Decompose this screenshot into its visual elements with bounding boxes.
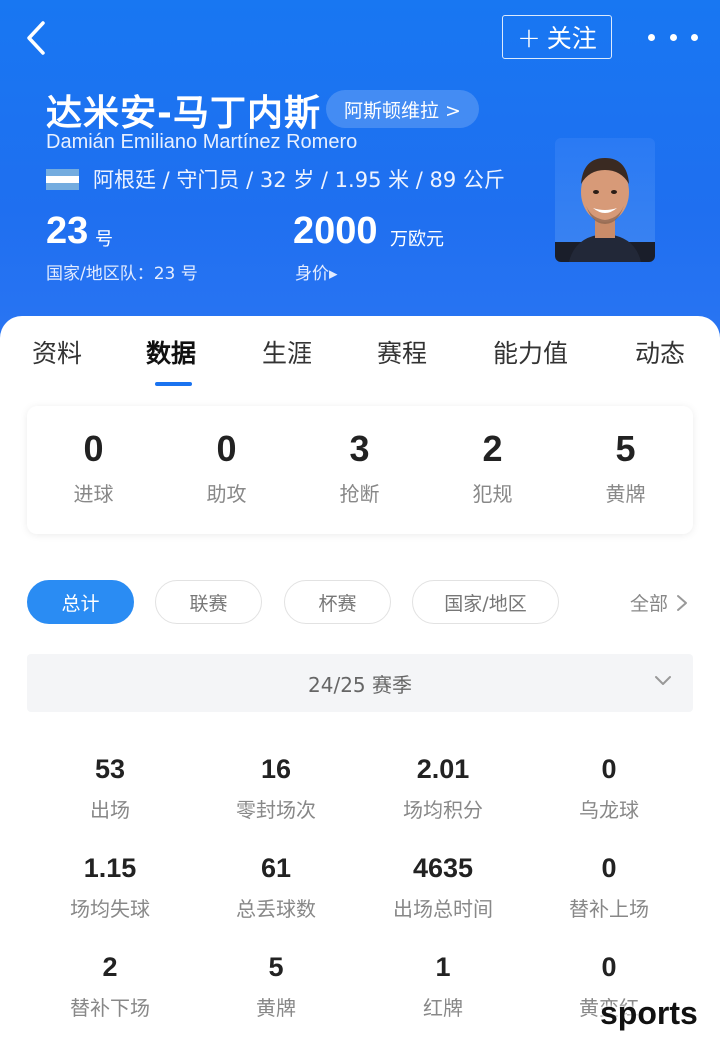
stat-value: 61 bbox=[260, 853, 292, 883]
filter-cup[interactable]: 杯赛 bbox=[284, 580, 391, 624]
stat-value: 0 bbox=[601, 853, 617, 883]
filter-all-link[interactable]: 全部 bbox=[630, 589, 690, 616]
summary-label: 抢断 bbox=[339, 482, 380, 506]
stat-value: 4635 bbox=[412, 853, 474, 883]
tab-career[interactable]: 生涯 bbox=[262, 334, 312, 370]
stat-label: 场均失球 bbox=[70, 897, 150, 921]
summary-item: 3 抢断 bbox=[293, 428, 426, 507]
stat-label: 乌龙球 bbox=[579, 798, 639, 822]
stat-label: 黄牌 bbox=[256, 996, 296, 1020]
stat-value: 53 bbox=[94, 754, 126, 784]
chevron-right-icon bbox=[677, 594, 688, 611]
stat-value: 16 bbox=[260, 754, 292, 784]
argentina-flag-icon bbox=[46, 168, 79, 190]
club-link[interactable]: 阿斯顿维拉 > bbox=[326, 90, 479, 128]
summary-value: 3 bbox=[349, 428, 370, 469]
player-photo-icon bbox=[555, 158, 655, 262]
player-name-cn: 达米安-马丁内斯 bbox=[46, 93, 321, 134]
market-value-link[interactable]: 身价▸ bbox=[295, 259, 338, 284]
market-value: 2000 bbox=[293, 210, 378, 252]
stat-label: 红牌 bbox=[423, 996, 463, 1020]
shirt-number-unit: 号 bbox=[95, 229, 113, 250]
chevron-left-icon bbox=[27, 21, 45, 55]
summary-item: 5 黄牌 bbox=[559, 428, 692, 507]
stat-item: 1.15 场均失球 bbox=[27, 851, 193, 922]
stat-label: 替补上场 bbox=[569, 897, 649, 921]
back-button[interactable] bbox=[14, 14, 58, 62]
stat-item: 1 红牌 bbox=[360, 950, 526, 1021]
market-value-unit: 万欧元 bbox=[390, 229, 444, 250]
stat-value: 2 bbox=[102, 952, 118, 982]
stat-label: 场均积分 bbox=[403, 798, 483, 822]
stat-value: 5 bbox=[268, 952, 284, 982]
player-name-en: Damián Emiliano Martínez Romero bbox=[46, 131, 358, 153]
more-dot bbox=[691, 33, 698, 41]
summary-card: 0 进球 0 助攻 3 抢断 2 犯规 5 黄牌 bbox=[27, 406, 693, 534]
follow-button[interactable]: + 关注 bbox=[502, 15, 612, 59]
stat-item: 0 替补上场 bbox=[526, 851, 692, 922]
summary-value: 0 bbox=[83, 428, 104, 469]
tab-bar: 资料 数据 生涯 赛程 能力值 动态 bbox=[0, 316, 720, 386]
stat-value: 2.01 bbox=[416, 754, 470, 784]
stat-value: 1 bbox=[435, 952, 451, 982]
stat-label: 替补下场 bbox=[70, 996, 150, 1020]
follow-label: 关注 bbox=[546, 24, 597, 53]
stat-item: 53 出场 bbox=[27, 752, 193, 823]
summary-value: 2 bbox=[482, 428, 503, 469]
stat-item: 2.01 场均积分 bbox=[360, 752, 526, 823]
filter-bar: 总计 联赛 杯赛 国家/地区 全部 bbox=[0, 580, 720, 626]
chevron-down-icon bbox=[655, 676, 671, 685]
summary-item: 0 助攻 bbox=[160, 428, 293, 507]
more-dot bbox=[648, 33, 655, 41]
stat-label: 总丢球数 bbox=[236, 897, 316, 921]
summary-item: 0 进球 bbox=[27, 428, 160, 507]
summary-value: 0 bbox=[216, 428, 237, 469]
stat-item: 61 总丢球数 bbox=[193, 851, 359, 922]
plus-icon: + bbox=[517, 20, 541, 54]
active-tab-indicator bbox=[155, 382, 192, 386]
summary-label: 助攻 bbox=[206, 482, 247, 506]
filter-total[interactable]: 总计 bbox=[27, 580, 134, 624]
stat-label: 出场总时间 bbox=[393, 897, 493, 921]
stat-item: 16 零封场次 bbox=[193, 752, 359, 823]
stat-value: 0 bbox=[601, 754, 617, 784]
summary-label: 犯规 bbox=[472, 482, 513, 506]
filter-league[interactable]: 联赛 bbox=[155, 580, 262, 624]
tab-ability[interactable]: 能力值 bbox=[493, 334, 568, 370]
tab-profile[interactable]: 资料 bbox=[32, 334, 82, 370]
summary-label: 进球 bbox=[73, 482, 114, 506]
tab-schedule[interactable]: 赛程 bbox=[377, 334, 427, 370]
tab-data[interactable]: 数据 bbox=[146, 334, 196, 370]
content-sheet: 资料 数据 生涯 赛程 能力值 动态 0 进球 0 助攻 3 抢断 2 犯规 5… bbox=[0, 316, 720, 1048]
stat-item: 4635 出场总时间 bbox=[360, 851, 526, 922]
shirt-number: 23 bbox=[46, 210, 89, 252]
stat-item: 0 乌龙球 bbox=[526, 752, 692, 823]
season-selector[interactable]: 24/25 赛季 bbox=[27, 654, 693, 712]
more-button[interactable] bbox=[648, 20, 698, 54]
player-avatar bbox=[555, 138, 655, 262]
season-label: 24/25 赛季 bbox=[308, 672, 412, 697]
more-dot bbox=[669, 33, 677, 41]
stat-value: 0 bbox=[601, 952, 617, 982]
stat-label: 出场 bbox=[90, 798, 130, 822]
filter-all-label: 全部 bbox=[630, 593, 669, 615]
summary-item: 2 犯规 bbox=[426, 428, 559, 507]
player-info: 阿根廷 / 守门员 / 32 岁 / 1.95 米 / 89 公斤 bbox=[93, 168, 505, 192]
stat-value: 1.15 bbox=[83, 853, 137, 883]
stat-item: 2 替补下场 bbox=[27, 950, 193, 1021]
summary-value: 5 bbox=[615, 428, 636, 469]
player-info-row: 阿根廷 / 守门员 / 32 岁 / 1.95 米 / 89 公斤 bbox=[46, 164, 505, 194]
stat-label: 零封场次 bbox=[236, 798, 316, 822]
national-team-number: 国家/地区队：23 号 bbox=[46, 264, 198, 284]
watermark-logo: sports bbox=[600, 995, 698, 1031]
stat-item: 5 黄牌 bbox=[193, 950, 359, 1021]
player-header: + 关注 达米安-马丁内斯 阿斯顿维拉 > Damián Emiliano Ma… bbox=[0, 0, 720, 350]
filter-national[interactable]: 国家/地区 bbox=[412, 580, 559, 624]
tab-news[interactable]: 动态 bbox=[635, 334, 685, 370]
summary-label: 黄牌 bbox=[605, 482, 646, 506]
